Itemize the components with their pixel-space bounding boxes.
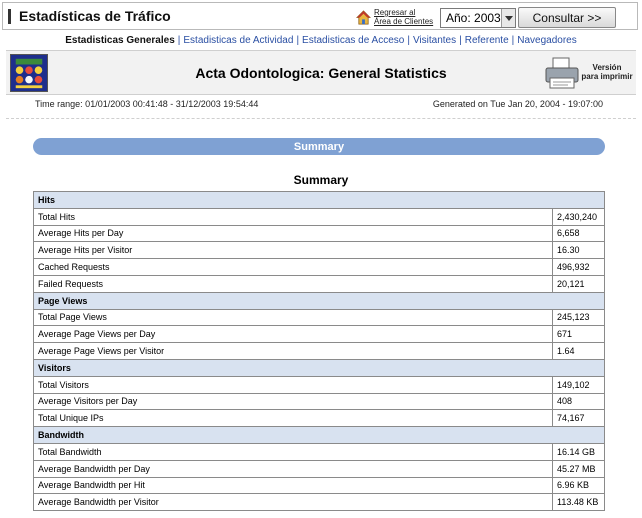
return-to-client-area-link[interactable]: Regresar al Área de Clientes	[356, 6, 433, 28]
house-icon	[356, 9, 371, 24]
divider	[6, 118, 636, 119]
table-row: Average Bandwidth per Hit 6.96 KB	[33, 476, 605, 495]
stat-value: 1.64	[552, 342, 605, 360]
stat-label: Total Page Views	[33, 308, 553, 327]
section-visitors: Visitors	[33, 358, 605, 377]
stat-label: Average Hits per Day	[33, 224, 553, 243]
table-row: Total Hits 2,430,240	[33, 207, 605, 226]
return-link-label: Regresar al Área de Clientes	[374, 8, 434, 26]
year-select-text: Año: 2003	[441, 11, 501, 25]
stat-label: Average Bandwidth per Day	[33, 459, 553, 478]
printable-version-button[interactable]: Versión para imprimir	[542, 54, 638, 94]
nav-separator: |	[511, 35, 515, 46]
title-marker	[8, 9, 11, 24]
stat-label: Total Hits	[33, 207, 553, 226]
time-range: Time range: 01/01/2003 00:41:48 - 31/12/…	[35, 99, 259, 109]
summary-table: Hits Total Hits 2,430,240 Average Hits pe…	[33, 191, 605, 512]
stat-label: Failed Requests	[33, 274, 553, 293]
table-row: Total Unique IPs 74,167	[33, 409, 605, 428]
table-row: Average Hits per Day 6,658	[33, 224, 605, 243]
table-row: Total Visitors 149,102	[33, 375, 605, 394]
table-row: Average Visitors per Day 408	[33, 392, 605, 411]
stat-value: 496,932	[552, 258, 605, 276]
stat-label: Total Bandwidth	[33, 442, 553, 461]
stat-value: 20,121	[552, 274, 605, 293]
nav-general-stats[interactable]: Estadisticas Generales	[65, 35, 175, 46]
stat-value: 74,167	[552, 409, 605, 428]
table-row: Total Bandwidth 16.14 GB	[33, 442, 605, 461]
section-bandwidth: Bandwidth	[33, 426, 605, 444]
nav-separator: |	[296, 35, 300, 46]
stat-value: 6,658	[552, 224, 605, 243]
summary-banner: Summary	[33, 138, 605, 155]
table-row: Total Page Views 245,123	[33, 308, 605, 327]
app-title: Estadísticas de Tráfico	[19, 8, 171, 24]
section-hits: Hits	[33, 191, 605, 209]
year-select[interactable]: Año: 2003	[440, 8, 516, 28]
generated-date: Generated on Tue Jan 20, 2004 - 19:07:00	[432, 99, 603, 109]
consult-button[interactable]: Consultar >>	[518, 7, 616, 28]
section-row: Bandwidth	[33, 426, 605, 444]
report-meta: Time range: 01/01/2003 00:41:48 - 31/12/…	[35, 99, 603, 109]
table-row: Cached Requests 496,932	[33, 258, 605, 276]
section-row: Visitors	[33, 358, 605, 377]
stat-value: 245,123	[552, 308, 605, 327]
table-row: Average Page Views per Visitor 1.64	[33, 342, 605, 360]
year-value: 2003	[474, 11, 501, 25]
summary-heading: Summary	[293, 173, 349, 187]
stat-label: Average Visitors per Day	[33, 392, 553, 411]
nav-separator: |	[459, 35, 462, 46]
stat-label: Average Bandwidth per Hit	[33, 476, 553, 495]
stat-value: 149,102	[552, 375, 605, 394]
stat-value: 45.27 MB	[552, 459, 605, 478]
nav-activity-stats[interactable]: Estadisticas de Actividad	[183, 35, 293, 46]
stat-value: 6.96 KB	[552, 476, 605, 495]
stat-value: 408	[552, 392, 605, 411]
printable-version-label: Versión para imprimir	[581, 63, 633, 81]
printer-icon	[545, 57, 579, 89]
nav-access-stats[interactable]: Estadisticas de Acceso	[302, 35, 404, 46]
top-bar: Estadísticas de Tráfico Regresar al Área…	[2, 2, 638, 30]
section-page-views: Page Views	[33, 291, 605, 310]
chevron-down-icon[interactable]	[501, 9, 515, 27]
stat-label: Average Page Views per Visitor	[33, 342, 553, 360]
stat-label: Average Bandwidth per Visitor	[33, 493, 553, 512]
section-row: Page Views	[33, 291, 605, 310]
stats-nav: Estadisticas Generales | Estadisticas de A…	[0, 35, 642, 46]
stat-label: Average Page Views per Day	[33, 325, 553, 344]
stat-label: Cached Requests	[33, 258, 553, 276]
stat-value: 16.14 GB	[552, 442, 605, 461]
table-row: Failed Requests 20,121	[33, 274, 605, 293]
stat-label: Total Unique IPs	[33, 409, 553, 428]
stat-value: 113.48 KB	[552, 493, 605, 512]
stat-label: Average Hits per Visitor	[33, 241, 553, 260]
nav-browsers[interactable]: Navegadores	[517, 35, 576, 46]
nav-separator: |	[407, 35, 410, 46]
report-header: Acta Odontologica: General Statistics Ve…	[6, 50, 636, 95]
year-label: Año:	[446, 11, 471, 25]
stat-value: 671	[552, 325, 605, 344]
table-row: Average Page Views per Day 671	[33, 325, 605, 344]
nav-referrer[interactable]: Referente	[465, 35, 509, 46]
table-row: Average Hits per Visitor 16.30	[33, 241, 605, 260]
section-row: Hits	[33, 191, 605, 209]
stat-value: 16.30	[552, 241, 605, 260]
stat-label: Total Visitors	[33, 375, 553, 394]
stat-value: 2,430,240	[552, 207, 605, 226]
nav-visitors[interactable]: Visitantes	[413, 35, 456, 46]
table-row: Average Bandwidth per Visitor 113.48 KB	[33, 493, 605, 512]
table-row: Average Bandwidth per Day 45.27 MB	[33, 459, 605, 478]
